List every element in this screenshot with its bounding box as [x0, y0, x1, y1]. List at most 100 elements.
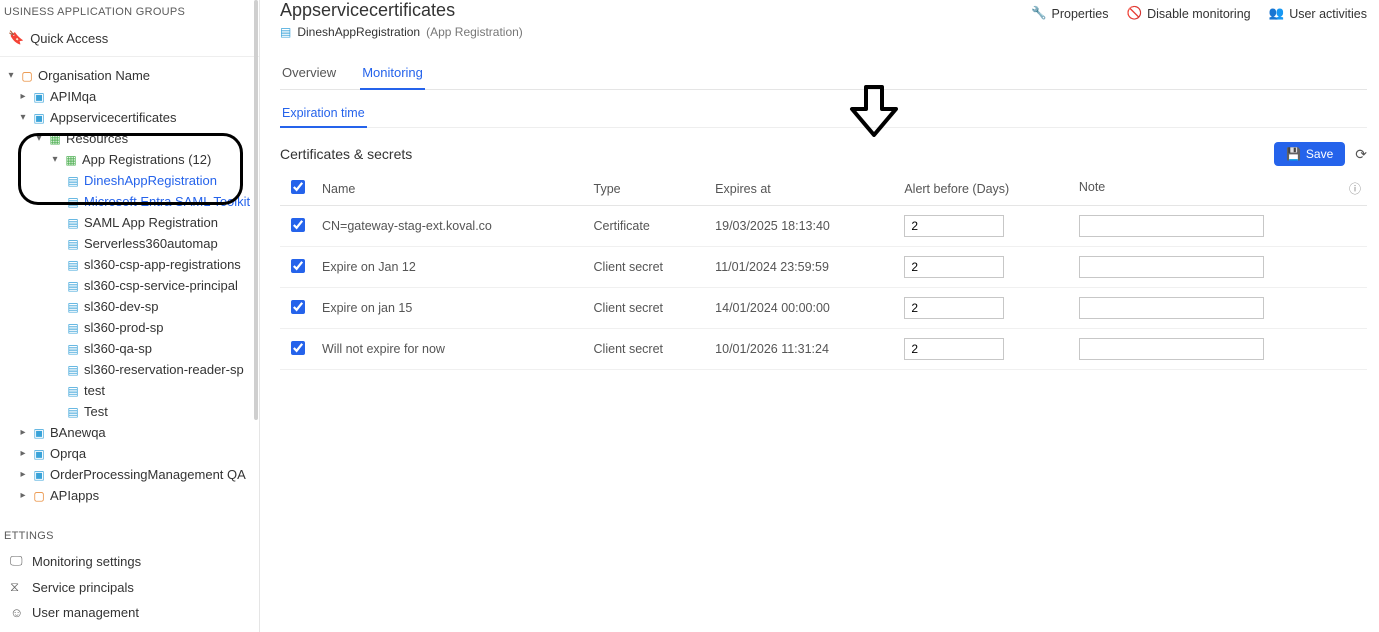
row-checkbox[interactable]: [291, 300, 305, 314]
action-label: Disable monitoring: [1147, 7, 1251, 21]
tree-item-org[interactable]: ▾ ▢ Organisation Name: [0, 65, 259, 86]
tree-label: SAML App Registration: [84, 215, 218, 230]
save-label: Save: [1306, 147, 1333, 161]
tree-item-banewqa[interactable]: ▸ ▣ BAnewqa: [0, 422, 259, 443]
certificates-table: Name Type Expires at Alert before (Days)…: [280, 172, 1367, 370]
save-icon: 💾: [1286, 147, 1301, 161]
tree-item-opm[interactable]: ▸ ▣ OrderProcessingManagement QA: [0, 464, 259, 485]
tree-item-app-registrations[interactable]: ▾ ▦ App Registrations (12): [0, 149, 259, 170]
tree-label: sl360-csp-service-principal: [84, 278, 238, 293]
tree-item-dev[interactable]: ▤ sl360-dev-sp: [0, 296, 259, 317]
grid-icon: ▦: [64, 153, 78, 167]
note-input[interactable]: [1079, 297, 1264, 319]
alert-input[interactable]: [904, 215, 1004, 237]
tree-item-test2[interactable]: ▤ Test: [0, 401, 259, 422]
app-icon: ▤: [66, 216, 80, 230]
save-button[interactable]: 💾 Save: [1274, 142, 1345, 166]
col-note[interactable]: Noteⓘ: [1073, 172, 1367, 206]
col-alert[interactable]: Alert before (Days): [898, 172, 1073, 206]
tree-item-entra[interactable]: ▤ Microsoft Entra SAML Toolkit: [0, 191, 259, 212]
action-label: Properties: [1052, 7, 1109, 21]
grid-icon: ▦: [48, 132, 62, 146]
app-icon: ▤: [66, 342, 80, 356]
tree-item-csp-app[interactable]: ▤ sl360-csp-app-registrations: [0, 254, 259, 275]
table-row: CN=gateway-stag-ext.koval.coCertificate1…: [280, 206, 1367, 247]
module-icon: ▣: [32, 426, 46, 440]
note-input[interactable]: [1079, 256, 1264, 278]
table-row: Expire on Jan 12Client secret11/01/2024 …: [280, 247, 1367, 288]
disable-monitoring-button[interactable]: 🚫 Disable monitoring: [1127, 6, 1251, 21]
app-icon: ▤: [66, 258, 80, 272]
tree-item-appservicecertificates[interactable]: ▾ ▣ Appservicecertificates: [0, 107, 259, 128]
subtab-expiration[interactable]: Expiration time: [280, 100, 367, 128]
quick-access-label: Quick Access: [30, 31, 108, 46]
chevron-right-icon: ▸: [18, 448, 28, 459]
alert-input[interactable]: [904, 256, 1004, 278]
header-actions: 🔧 Properties 🚫 Disable monitoring 👥 User…: [1031, 0, 1367, 21]
row-checkbox[interactable]: [291, 218, 305, 232]
table-header-row: Name Type Expires at Alert before (Days)…: [280, 172, 1367, 206]
table-row: Will not expire for nowClient secret10/0…: [280, 329, 1367, 370]
tree-item-apimqa[interactable]: ▸ ▣ APIMqa: [0, 86, 259, 107]
monitor-icon: 🖵: [10, 553, 24, 569]
tree-item-resources[interactable]: ▾ ▦ Resources: [0, 128, 259, 149]
tree-item-qa[interactable]: ▤ sl360-qa-sp: [0, 338, 259, 359]
table-row: Expire on jan 15Client secret14/01/2024 …: [280, 288, 1367, 329]
refresh-button[interactable]: ⟳: [1355, 146, 1367, 163]
tree-item-oprqa[interactable]: ▸ ▣ Oprqa: [0, 443, 259, 464]
cell-expires: 11/01/2024 23:59:59: [709, 247, 898, 288]
cell-type: Certificate: [588, 206, 710, 247]
divider: [0, 56, 259, 57]
settings-service-principals[interactable]: ⧖ Service principals: [0, 574, 259, 600]
tree-item-dinesh[interactable]: ▤ DineshAppRegistration: [0, 170, 259, 191]
chevron-right-icon: ▸: [18, 91, 28, 102]
settings-user-activities[interactable]: 👥 User activities: [0, 625, 259, 632]
module-icon: ▣: [32, 111, 46, 125]
note-input[interactable]: [1079, 215, 1264, 237]
breadcrumb-type: (App Registration): [426, 25, 523, 39]
select-all-checkbox[interactable]: [291, 180, 305, 194]
cell-expires: 10/01/2026 11:31:24: [709, 329, 898, 370]
settings-label: Service principals: [32, 580, 134, 595]
tree-label: sl360-prod-sp: [84, 320, 164, 335]
cell-expires: 14/01/2024 00:00:00: [709, 288, 898, 329]
settings-monitoring[interactable]: 🖵 Monitoring settings: [0, 548, 259, 574]
disable-icon: 🚫: [1127, 6, 1143, 21]
sidebar-scrollbar[interactable]: [253, 0, 259, 632]
settings-label: Monitoring settings: [32, 554, 141, 569]
quick-access[interactable]: 🔖 Quick Access: [0, 24, 259, 52]
tab-overview[interactable]: Overview: [280, 57, 338, 89]
breadcrumb: ▤ DineshAppRegistration (App Registratio…: [280, 25, 523, 39]
tab-monitoring[interactable]: Monitoring: [360, 57, 425, 90]
col-type[interactable]: Type: [588, 172, 710, 206]
tree-item-serverless[interactable]: ▤ Serverless360automap: [0, 233, 259, 254]
tree-item-apiapps[interactable]: ▸ ▢ APIapps: [0, 485, 259, 506]
alert-input[interactable]: [904, 297, 1004, 319]
tree-item-saml[interactable]: ▤ SAML App Registration: [0, 212, 259, 233]
tree-item-test1[interactable]: ▤ test: [0, 380, 259, 401]
tree-label: Organisation Name: [38, 68, 150, 83]
note-input[interactable]: [1079, 338, 1264, 360]
module-icon: ▣: [32, 468, 46, 482]
info-icon[interactable]: ⓘ: [1349, 180, 1361, 197]
col-expires[interactable]: Expires at: [709, 172, 898, 206]
row-checkbox[interactable]: [291, 341, 305, 355]
tree-item-prod[interactable]: ▤ sl360-prod-sp: [0, 317, 259, 338]
row-checkbox[interactable]: [291, 259, 305, 273]
bookmark-icon: 🔖: [8, 30, 24, 46]
settings-header: ETTINGS: [0, 524, 259, 548]
tree-item-csp-sp[interactable]: ▤ sl360-csp-service-principal: [0, 275, 259, 296]
chevron-down-icon: ▾: [34, 133, 44, 144]
breadcrumb-name[interactable]: DineshAppRegistration: [297, 25, 420, 39]
folder-icon: ▢: [32, 489, 46, 503]
col-name[interactable]: Name: [316, 172, 588, 206]
tree-label: APIapps: [50, 488, 99, 503]
tree-label: Appservicecertificates: [50, 110, 176, 125]
chevron-right-icon: ▸: [18, 427, 28, 438]
alert-input[interactable]: [904, 338, 1004, 360]
properties-button[interactable]: 🔧 Properties: [1031, 6, 1109, 21]
tree-label: APIMqa: [50, 89, 96, 104]
tree-item-res-reader[interactable]: ▤ sl360-reservation-reader-sp: [0, 359, 259, 380]
user-activities-button[interactable]: 👥 User activities: [1269, 6, 1367, 21]
settings-user-management[interactable]: ☺ User management: [0, 600, 259, 625]
